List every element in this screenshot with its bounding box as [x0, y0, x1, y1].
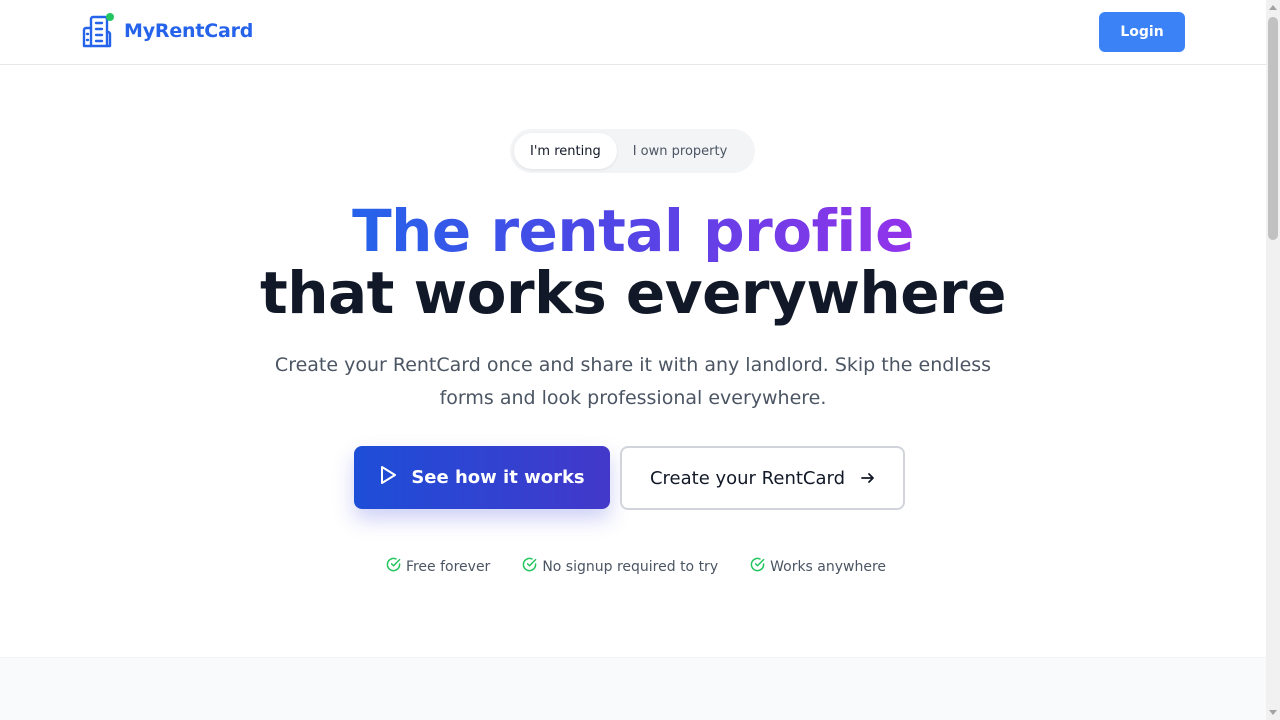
- headline-gradient-line: The rental profile: [352, 197, 914, 265]
- primary-cta-label: See how it works: [411, 467, 585, 488]
- see-how-it-works-button[interactable]: See how it works: [354, 446, 610, 509]
- top-nav: MyRentCard Login: [0, 0, 1266, 65]
- scroll-up-arrow-icon[interactable]: [1269, 5, 1277, 10]
- scrollbar-thumb[interactable]: [1268, 17, 1278, 240]
- secondary-cta-label: Create your RentCard: [649, 467, 846, 489]
- perk-label: Free forever: [405, 558, 491, 575]
- brand-logo-link[interactable]: MyRentCard: [81, 13, 253, 49]
- audience-toggle: I'm renting I own property: [510, 129, 755, 173]
- next-section-band: [0, 657, 1266, 720]
- arrow-right-icon: [861, 468, 875, 489]
- perk-item: No signup required to try: [522, 557, 718, 576]
- check-circle-icon: [522, 557, 537, 576]
- vertical-scrollbar[interactable]: [1266, 0, 1280, 720]
- check-circle-icon: [386, 557, 401, 576]
- landing-page: MyRentCard Login I'm renting I own prope…: [0, 0, 1280, 720]
- login-button[interactable]: Login: [1099, 12, 1185, 52]
- toggle-option-renting[interactable]: I'm renting: [514, 133, 617, 169]
- check-circle-icon: [750, 557, 765, 576]
- status-dot: [106, 13, 114, 21]
- perk-label: Works anywhere: [770, 558, 887, 575]
- perk-item: Free forever: [386, 557, 490, 576]
- hero-headline: The rental profile that works everywhere: [0, 200, 1266, 324]
- perks-list: Free forever No signup required to try W…: [0, 557, 1266, 576]
- scroll-down-arrow-icon[interactable]: [1269, 710, 1277, 715]
- building-icon: [81, 13, 114, 48]
- perk-label: No signup required to try: [542, 558, 719, 575]
- toggle-option-own-property[interactable]: I own property: [617, 133, 744, 169]
- perk-item: Works anywhere: [750, 557, 886, 576]
- create-rentcard-button[interactable]: Create your RentCard: [620, 446, 905, 510]
- play-icon: [379, 465, 397, 490]
- brand-name: MyRentCard: [124, 20, 254, 42]
- hero-subtitle: Create your RentCard once and share it w…: [274, 354, 992, 409]
- headline-dark-line: that works everywhere: [260, 259, 1006, 327]
